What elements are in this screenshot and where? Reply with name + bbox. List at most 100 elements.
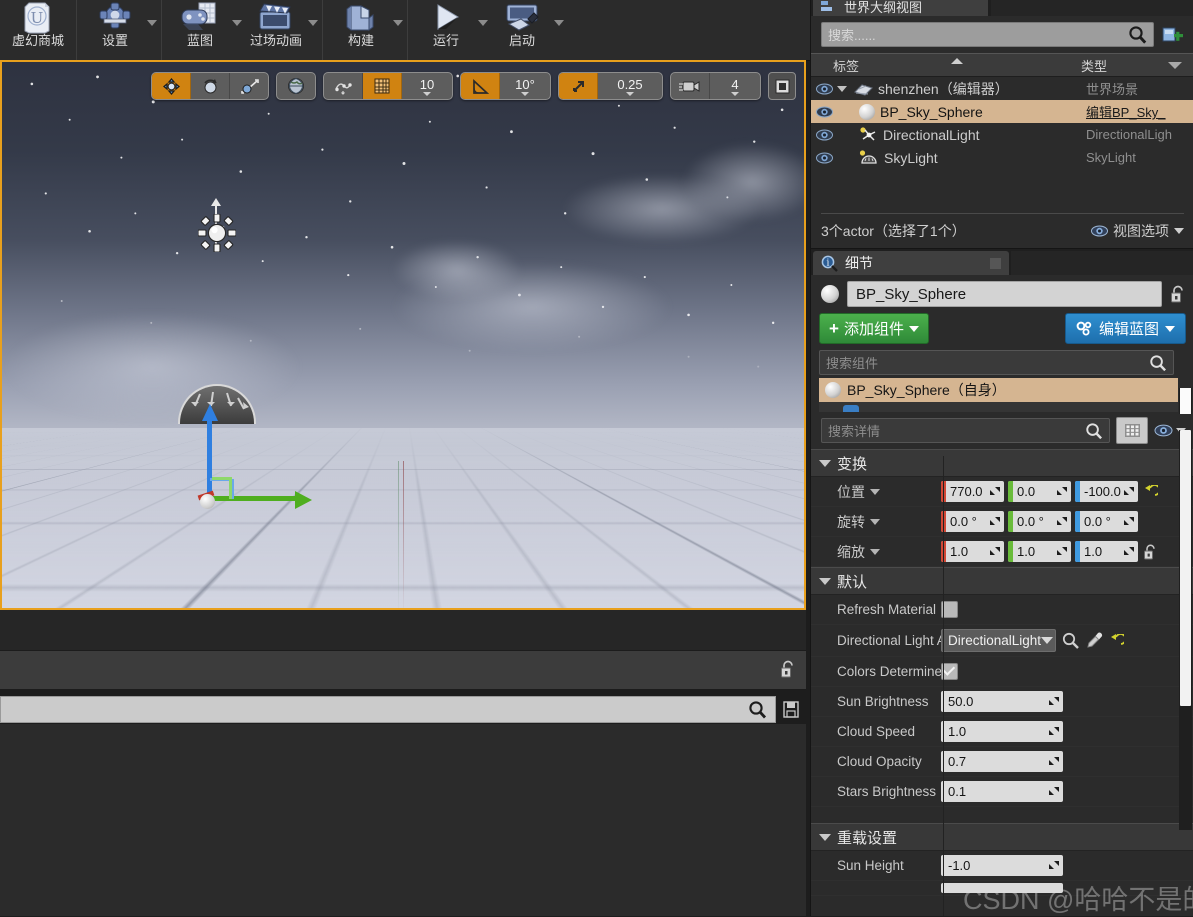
component-row-partial[interactable] — [819, 402, 1178, 412]
sun-height-input[interactable]: -1.0 — [941, 855, 1063, 876]
outliner-view-options-button[interactable]: 视图选项 — [1091, 221, 1184, 241]
toolbar-button-marketplace[interactable]: U 虚幻商城 — [4, 0, 72, 58]
content-browser-search-input[interactable] — [0, 695, 776, 723]
outliner-search-input[interactable]: 搜索...... — [821, 22, 1154, 47]
scale-snap-value[interactable]: 0.25 — [598, 73, 662, 99]
add-actor-icon[interactable] — [1160, 25, 1186, 45]
add-component-button[interactable]: + 添加组件 — [819, 313, 929, 344]
scale-x-input[interactable]: 1.0 — [941, 541, 1004, 562]
grid-view-icon[interactable] — [1116, 417, 1148, 444]
outliner-row-skylight[interactable]: SkyLight SkyLight — [811, 146, 1193, 169]
angle-snap-button[interactable] — [461, 73, 500, 99]
component-row-root[interactable]: BP_Sky_Sphere（自身） — [819, 378, 1178, 402]
column-menu-icon[interactable] — [1168, 62, 1182, 69]
outliner-column-label[interactable]: 标签 — [811, 56, 1075, 75]
toolbar-button-settings[interactable]: 设置 — [81, 0, 149, 58]
partial-input[interactable] — [941, 883, 1063, 893]
toolbar-button-play[interactable]: 运行 — [412, 0, 480, 58]
toolbar-dropdown-cinematics[interactable] — [308, 20, 318, 26]
category-default[interactable]: 默认 — [811, 567, 1193, 595]
gizmo-axis-z[interactable] — [207, 417, 212, 501]
scale-lock-icon[interactable] — [1142, 544, 1158, 560]
visibility-toggle-icon[interactable] — [811, 83, 837, 95]
level-viewport[interactable]: 10 10° 0.25 4 — [0, 60, 806, 610]
property-label-location[interactable]: 位置 — [811, 482, 941, 502]
grid-snap-value-label: 10 — [419, 76, 435, 92]
toolbar-button-blueprint[interactable]: 蓝图 — [166, 0, 234, 58]
toolbar-dropdown-launch[interactable] — [554, 20, 564, 26]
property-row-cloud-speed: Cloud Speed 1.0 — [811, 717, 1193, 747]
gizmo-plane-xy-b[interactable] — [212, 477, 232, 480]
sun-brightness-input[interactable]: 50.0 — [941, 691, 1063, 712]
cloud-opacity-input[interactable]: 0.7 — [941, 751, 1063, 772]
world-space-button[interactable] — [277, 73, 315, 99]
details-scrollbar[interactable] — [1179, 430, 1192, 830]
lock-open-icon[interactable] — [780, 660, 796, 679]
browse-asset-icon[interactable] — [1060, 632, 1080, 649]
toolbar-button-launch[interactable]: 启动 — [488, 0, 556, 58]
location-x-input[interactable]: 770.0 — [941, 481, 1004, 502]
category-override[interactable]: 重载设置 — [811, 823, 1193, 851]
location-z-input[interactable]: -100.0 — [1075, 481, 1138, 502]
lock-open-icon[interactable] — [1170, 285, 1186, 304]
maximize-viewport-icon[interactable] — [768, 72, 796, 100]
edit-blueprint-button[interactable]: 编辑蓝图 — [1064, 313, 1186, 344]
rotation-x-input[interactable]: 0.0 ° — [941, 511, 1004, 532]
outliner-row-bp-sky-sphere-type[interactable]: 编辑BP_Sky_ — [1086, 102, 1193, 121]
scale-mode-button[interactable] — [230, 73, 268, 99]
toolbar-dropdown-blueprint[interactable] — [232, 20, 242, 26]
visibility-toggle-icon[interactable] — [811, 106, 837, 118]
angle-snap-value[interactable]: 10° — [500, 73, 550, 99]
toolbar-button-cinematics[interactable]: 过场动画 — [242, 0, 310, 58]
actor-name-input[interactable]: BP_Sky_Sphere — [847, 281, 1162, 307]
eyedropper-icon[interactable] — [1084, 632, 1104, 649]
gizmo-plane-xy-a[interactable] — [229, 477, 232, 499]
toolbar-button-build[interactable]: 构建 — [327, 0, 395, 58]
toolbar-dropdown-play[interactable] — [478, 20, 488, 26]
close-icon[interactable] — [990, 257, 1001, 269]
reset-to-default-icon[interactable] — [1108, 633, 1124, 649]
cloud-speed-input[interactable]: 1.0 — [941, 721, 1063, 742]
gizmo-center-handle[interactable] — [200, 494, 215, 509]
camera-speed-value[interactable]: 4 — [710, 73, 760, 99]
visibility-toggle-icon[interactable] — [811, 129, 837, 141]
scale-y-input[interactable]: 1.0 — [1008, 541, 1071, 562]
toolbar-dropdown-build[interactable] — [393, 20, 403, 26]
toolbar-label-play: 运行 — [432, 33, 459, 48]
sun-billboard-icon[interactable] — [197, 213, 237, 253]
camera-speed-icon[interactable] — [671, 73, 710, 99]
reset-to-default-icon[interactable] — [1142, 484, 1158, 500]
rotation-y-input[interactable]: 0.0 ° — [1008, 511, 1071, 532]
directional-light-actor-combo[interactable]: DirectionalLight — [941, 629, 1056, 652]
category-transform[interactable]: 变换 — [811, 449, 1193, 477]
scale-x-value: 1.0 — [950, 544, 969, 559]
surface-snap-button[interactable] — [324, 73, 363, 99]
expander-icon[interactable] — [837, 85, 847, 92]
rotation-z-input[interactable]: 0.0 ° — [1075, 511, 1138, 532]
stars-brightness-input[interactable]: 0.1 — [941, 781, 1063, 802]
outliner-row-directional-light[interactable]: DirectionalLight DirectionalLigh — [811, 123, 1193, 146]
translate-gizmo[interactable] — [197, 404, 317, 509]
gizmo-axis-y[interactable] — [209, 496, 297, 501]
visibility-toggle-icon[interactable] — [811, 152, 837, 164]
outliner-row-bp-sky-sphere[interactable]: BP_Sky_Sphere 编辑BP_Sky_ — [811, 100, 1193, 123]
scale-z-input[interactable]: 1.0 — [1075, 541, 1138, 562]
tab-details[interactable]: i 细节 — [813, 251, 1009, 275]
property-label-rotation[interactable]: 旋转 — [811, 512, 941, 532]
chevron-down-icon — [423, 91, 431, 96]
grid-snap-button[interactable] — [363, 73, 402, 99]
component-list-scrollbar[interactable] — [1179, 388, 1192, 414]
details-column-splitter[interactable] — [943, 456, 944, 916]
details-search-input[interactable]: 搜索详情 — [821, 418, 1110, 443]
component-search-input[interactable]: 搜索组件 — [819, 350, 1174, 375]
outliner-row-world[interactable]: shenzhen（编辑器） 世界场景 — [811, 77, 1193, 100]
grid-snap-value[interactable]: 10 — [402, 73, 452, 99]
location-y-input[interactable]: 0.0 — [1008, 481, 1071, 502]
scale-snap-button[interactable] — [559, 73, 598, 99]
tab-world-outliner[interactable]: 世界大纲视图 — [813, 0, 988, 16]
toolbar-dropdown-settings[interactable] — [147, 20, 157, 26]
translate-mode-button[interactable] — [152, 73, 191, 99]
property-label-scale[interactable]: 缩放 — [811, 542, 941, 562]
rotate-mode-button[interactable] — [191, 73, 230, 99]
save-icon[interactable] — [776, 700, 806, 718]
